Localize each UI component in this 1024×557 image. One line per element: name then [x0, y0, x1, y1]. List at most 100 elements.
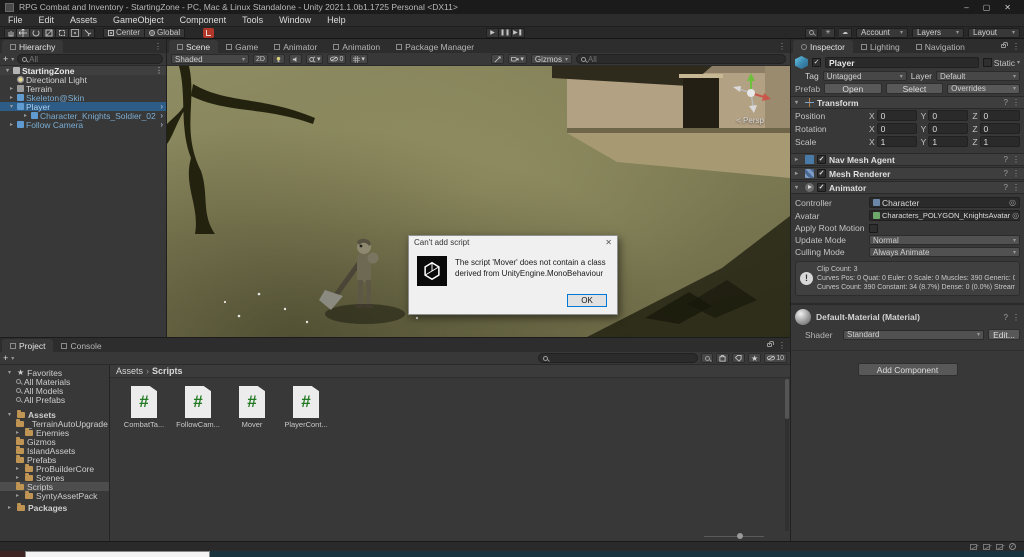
hierarchy-item-skeleton-skin[interactable]: ▸ Skeleton@Skin: [0, 93, 166, 102]
avatar-field[interactable]: Characters_POLYGON_KnightsAvatar ◎: [869, 210, 1020, 221]
console-error-icon[interactable]: [970, 544, 977, 550]
slider-knob[interactable]: [737, 533, 743, 539]
tab-game[interactable]: Game: [218, 40, 266, 53]
expander-icon[interactable]: ▸: [22, 112, 29, 119]
animator-component-header[interactable]: ▾ ✓ Animator ?⋮: [791, 181, 1024, 194]
scene-tool-settings-button[interactable]: [491, 54, 504, 64]
position-y-field[interactable]: 0: [928, 110, 968, 121]
culling-mode-dropdown[interactable]: Always Animate▾: [869, 247, 1020, 257]
create-object-button[interactable]: +: [3, 54, 8, 64]
prefab-open-button[interactable]: Open: [824, 83, 882, 94]
layers-dropdown[interactable]: Layers ▾: [912, 28, 964, 38]
file-combattarget[interactable]: # CombatTa...: [124, 386, 164, 531]
update-mode-dropdown[interactable]: Normal▾: [869, 235, 1020, 245]
search-button[interactable]: [805, 28, 818, 38]
hand-tool-icon[interactable]: [4, 28, 17, 38]
expander-icon[interactable]: ▸: [8, 94, 15, 101]
rotation-z-field[interactable]: 0: [980, 123, 1020, 134]
file-playercontroller[interactable]: # PlayerCont...: [286, 386, 326, 531]
tab-project[interactable]: Project: [2, 339, 53, 352]
transform-component-header[interactable]: ▾ Transform ?⋮: [791, 96, 1024, 109]
create-caret-icon[interactable]: ▾: [11, 355, 14, 362]
inspector-menu-icon[interactable]: ⋮: [1008, 42, 1024, 51]
minimize-button[interactable]: –: [964, 3, 968, 12]
menu-component[interactable]: Component: [172, 15, 235, 25]
expander-icon[interactable]: ▾: [795, 184, 802, 191]
pause-button[interactable]: ❚❚: [499, 28, 512, 38]
dialog-close-icon[interactable]: ✕: [605, 238, 612, 247]
taskbar-app-segment[interactable]: [0, 551, 25, 557]
material-menu-icon[interactable]: ⋮: [1012, 313, 1020, 322]
tag-dropdown[interactable]: Untagged▾: [823, 71, 907, 81]
scene-effects-dropdown[interactable]: ▾: [306, 54, 324, 64]
create-caret-icon[interactable]: ▾: [11, 56, 14, 63]
hierarchy-menu-icon[interactable]: ⋮: [150, 42, 166, 51]
project-search[interactable]: [538, 353, 698, 363]
cloud-button[interactable]: ☁: [839, 28, 852, 38]
menu-help[interactable]: Help: [319, 15, 354, 25]
expander-icon[interactable]: ▸: [795, 156, 802, 163]
project-search-input[interactable]: [550, 354, 693, 363]
scale-tool-icon[interactable]: [43, 28, 56, 38]
scene-search-input[interactable]: [588, 55, 781, 64]
menu-tools[interactable]: Tools: [234, 15, 271, 25]
expander-icon[interactable]: ▾: [8, 369, 14, 376]
shader-dropdown[interactable]: Standard▾: [843, 330, 984, 340]
close-button[interactable]: ✕: [1004, 3, 1011, 12]
persp-label[interactable]: < Persp: [722, 116, 778, 125]
hierarchy-item-directional-light[interactable]: Directional Light: [0, 75, 166, 84]
static-caret-icon[interactable]: ▾: [1017, 59, 1020, 66]
shader-edit-button[interactable]: Edit...: [988, 329, 1020, 340]
scene-visibility-toggle[interactable]: 0: [327, 54, 346, 64]
position-x-field[interactable]: 0: [877, 110, 917, 121]
tab-animator[interactable]: Animator: [266, 40, 325, 53]
scale-x-field[interactable]: 1: [877, 136, 917, 147]
tab-scene[interactable]: Scene: [169, 40, 218, 53]
layer-dropdown[interactable]: Default▾: [936, 71, 1020, 81]
rotation-y-field[interactable]: 0: [928, 123, 968, 134]
expander-icon[interactable]: ▸: [8, 85, 15, 92]
component-enabled-checkbox[interactable]: ✓: [817, 183, 826, 192]
grid-visibility-dropdown[interactable]: ▾: [350, 54, 368, 64]
probuilder-icon[interactable]: [203, 28, 214, 38]
menu-gameobject[interactable]: GameObject: [105, 15, 172, 25]
help-icon[interactable]: ?: [1004, 98, 1008, 107]
hidden-count-toggle[interactable]: 10: [764, 353, 787, 363]
taskbar-search-box[interactable]: [25, 551, 210, 557]
component-menu-icon[interactable]: ⋮: [1012, 155, 1020, 164]
scene-lighting-toggle[interactable]: [272, 54, 285, 64]
expander-icon[interactable]: ▸: [16, 474, 22, 481]
hierarchy-item-follow-camera[interactable]: ▸ Follow Camera ›: [0, 120, 166, 129]
help-icon[interactable]: ?: [1004, 183, 1008, 192]
console-warning-icon[interactable]: [983, 544, 990, 550]
tree-packages[interactable]: ▸ Packages: [0, 503, 109, 512]
lock-icon[interactable]: [1001, 44, 1006, 48]
component-menu-icon[interactable]: ⋮: [1012, 98, 1020, 107]
account-dropdown[interactable]: Account ▾: [856, 28, 908, 38]
scene-audio-toggle[interactable]: [289, 54, 302, 64]
scale-y-field[interactable]: 1: [928, 136, 968, 147]
prefab-select-button[interactable]: Select: [886, 83, 944, 94]
static-checkbox[interactable]: [983, 58, 992, 67]
tab-inspector[interactable]: Inspector: [793, 40, 853, 53]
expander-icon[interactable]: ▸: [795, 170, 802, 177]
transform-tool-icon[interactable]: [69, 28, 82, 38]
prefab-overrides-dropdown[interactable]: Overrides▾: [947, 84, 1020, 94]
expander-icon[interactable]: ▾: [8, 103, 15, 110]
expander-icon[interactable]: ▸: [8, 504, 14, 511]
tab-animation[interactable]: Animation: [325, 40, 388, 53]
help-icon[interactable]: ?: [1004, 155, 1008, 164]
toggle-2d-button[interactable]: 2D: [253, 54, 268, 64]
ok-button[interactable]: OK: [567, 294, 607, 307]
console-log-icon[interactable]: [996, 544, 1003, 550]
help-icon[interactable]: ?: [1004, 169, 1008, 178]
expander-icon[interactable]: ▸: [16, 492, 22, 499]
play-button[interactable]: ▶: [486, 28, 499, 38]
gizmos-dropdown[interactable]: Gizmos ▾: [531, 54, 572, 64]
favorites-filter-button[interactable]: ★: [748, 353, 761, 363]
tab-console[interactable]: Console: [53, 339, 109, 352]
add-component-button[interactable]: Add Component: [858, 363, 958, 376]
project-menu-icon[interactable]: ⋮: [774, 341, 790, 350]
create-asset-button[interactable]: +: [3, 353, 8, 363]
tab-hierarchy[interactable]: Hierarchy: [2, 40, 63, 53]
